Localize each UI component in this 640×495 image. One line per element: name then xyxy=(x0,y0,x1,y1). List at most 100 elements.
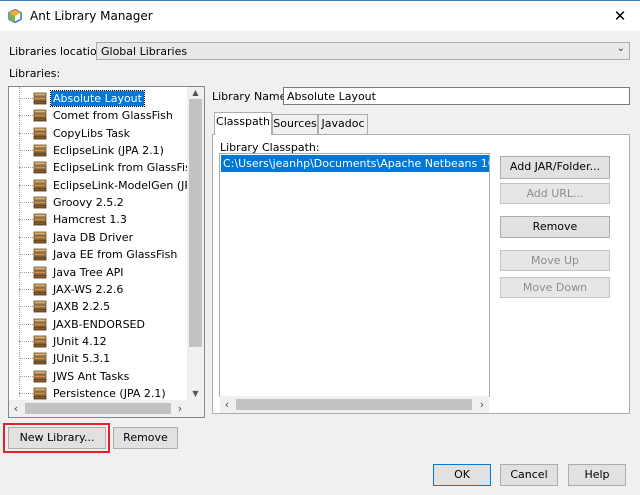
tree-connector xyxy=(19,393,33,394)
chevron-down-icon: ⌄ xyxy=(616,43,625,54)
list-item[interactable]: EclipseLink-ModelGen (JPA 2 xyxy=(9,177,204,194)
move-down-button[interactable]: Move Down xyxy=(500,277,610,298)
libraries-vertical-scrollbar[interactable]: ▲ ▼ xyxy=(187,87,204,400)
tree-connector xyxy=(19,150,33,151)
list-item[interactable]: Absolute Layout xyxy=(9,90,199,107)
library-name: Comet from GlassFish xyxy=(53,109,173,122)
library-name: Java DB Driver xyxy=(53,231,134,244)
library-name: JUnit 4.12 xyxy=(53,335,107,348)
library-jar-icon xyxy=(33,144,47,157)
list-item[interactable]: Java DB Driver xyxy=(9,229,199,246)
libraries-horizontal-scrollbar[interactable]: ‹ › xyxy=(9,400,187,417)
library-jar-icon xyxy=(33,387,47,400)
scroll-left-icon[interactable]: ‹ xyxy=(9,400,23,417)
library-name: JWS Ant Tasks xyxy=(53,370,130,383)
tab-classpath[interactable]: Classpath xyxy=(214,112,272,135)
libraries-tree[interactable]: Absolute Layout Comet from GlassFish CopyL… xyxy=(8,86,205,418)
tree-connector xyxy=(19,272,33,273)
tree-connector xyxy=(19,98,33,99)
list-item[interactable]: JAXB-ENDORSED xyxy=(9,316,199,333)
list-item[interactable]: Hamcrest 1.3 xyxy=(9,211,199,228)
list-item[interactable]: EclipseLink (JPA 2.1) xyxy=(9,142,199,159)
list-item[interactable]: JUnit 5.3.1 xyxy=(9,350,199,367)
new-library-button[interactable]: New Library... xyxy=(8,427,106,449)
tab-sources[interactable]: Sources xyxy=(272,114,318,134)
close-icon[interactable]: ✕ xyxy=(609,6,631,26)
list-item[interactable]: JWS Ant Tasks xyxy=(9,368,199,385)
help-button[interactable]: Help xyxy=(568,464,626,486)
list-item[interactable]: Comet from GlassFish xyxy=(9,107,199,124)
scroll-right-icon[interactable]: › xyxy=(173,400,187,417)
scroll-right-icon[interactable]: › xyxy=(475,396,489,413)
list-item[interactable]: JAXB 2.2.5 xyxy=(9,298,199,315)
library-name: Absolute Layout xyxy=(50,90,145,107)
library-jar-icon xyxy=(33,231,47,244)
tree-connector xyxy=(19,185,33,186)
library-name: Groovy 2.5.2 xyxy=(53,196,124,209)
library-jar-icon xyxy=(33,370,47,383)
library-jar-icon xyxy=(33,248,47,261)
library-jar-icon xyxy=(33,92,47,105)
tree-connector xyxy=(19,376,33,377)
scrollbar-thumb[interactable] xyxy=(189,99,202,347)
library-name: Java Tree API xyxy=(53,266,124,279)
library-jar-icon xyxy=(33,300,47,313)
library-name: CopyLibs Task xyxy=(53,127,131,140)
library-jar-icon xyxy=(33,213,47,226)
scroll-left-icon[interactable]: ‹ xyxy=(220,396,234,413)
classpath-horizontal-scrollbar[interactable]: ‹ › xyxy=(220,396,489,413)
scroll-up-icon[interactable]: ▲ xyxy=(189,87,202,99)
libraries-label: Libraries: xyxy=(9,67,61,80)
classpath-list[interactable]: C:\Users\jeanhp\Documents\Apache Netbean… xyxy=(219,153,490,397)
list-item[interactable]: EclipseLink from GlassFish xyxy=(9,159,199,176)
library-name: Persistence (JPA 2.1) xyxy=(53,387,166,400)
library-jar-icon xyxy=(33,352,47,365)
tree-connector xyxy=(19,167,33,168)
ok-button[interactable]: OK xyxy=(433,464,491,486)
library-name-field[interactable]: Absolute Layout xyxy=(283,87,630,105)
cancel-button[interactable]: Cancel xyxy=(500,464,558,486)
remove-classpath-button[interactable]: Remove xyxy=(500,216,610,238)
tree-connector xyxy=(19,358,33,359)
library-name: EclipseLink-ModelGen (JPA 2 xyxy=(53,179,205,192)
libraries-location-select[interactable]: Global Libraries ⌄ xyxy=(96,42,630,60)
library-jar-icon xyxy=(33,127,47,140)
tree-connector xyxy=(19,324,33,325)
library-jar-icon xyxy=(33,335,47,348)
library-name: Hamcrest 1.3 xyxy=(53,213,127,226)
library-name: JUnit 5.3.1 xyxy=(53,352,111,365)
library-jar-icon xyxy=(33,179,47,192)
scrollbar-corner xyxy=(187,400,204,417)
scrollbar-thumb[interactable] xyxy=(236,399,472,410)
libraries-location-label: Libraries location: xyxy=(9,45,108,58)
library-jar-icon xyxy=(33,283,47,296)
tab-javadoc[interactable]: Javadoc xyxy=(318,114,368,134)
library-jar-icon xyxy=(33,266,47,279)
library-jar-icon xyxy=(33,161,47,174)
list-item[interactable]: JUnit 4.12 xyxy=(9,333,199,350)
tree-connector xyxy=(19,202,33,203)
list-item[interactable]: CopyLibs Task xyxy=(9,125,199,142)
scrollbar-thumb[interactable] xyxy=(25,403,171,414)
library-name-label: Library Name: xyxy=(212,90,291,103)
list-item[interactable]: Java EE from GlassFish xyxy=(9,246,199,263)
library-name-value: Absolute Layout xyxy=(287,90,376,103)
scroll-down-icon[interactable]: ▼ xyxy=(189,388,202,400)
netbeans-cube-icon xyxy=(8,8,22,24)
library-name: EclipseLink (JPA 2.1) xyxy=(53,144,164,157)
tree-connector xyxy=(19,115,33,116)
list-item[interactable]: Groovy 2.5.2 xyxy=(9,194,199,211)
add-jar-folder-button[interactable]: Add JAR/Folder... xyxy=(500,156,610,179)
remove-library-button[interactable]: Remove xyxy=(113,427,178,449)
list-item[interactable]: JAX-WS 2.2.6 xyxy=(9,281,199,298)
tree-connector xyxy=(19,237,33,238)
add-url-button[interactable]: Add URL... xyxy=(500,183,610,204)
list-item[interactable]: Java Tree API xyxy=(9,264,199,281)
library-jar-icon xyxy=(33,196,47,209)
classpath-entry[interactable]: C:\Users\jeanhp\Documents\Apache Netbean… xyxy=(221,155,489,172)
tree-connector xyxy=(19,133,33,134)
move-up-button[interactable]: Move Up xyxy=(500,250,610,271)
tree-connector xyxy=(19,219,33,220)
tree-connector xyxy=(19,254,33,255)
tree-connector xyxy=(19,306,33,307)
